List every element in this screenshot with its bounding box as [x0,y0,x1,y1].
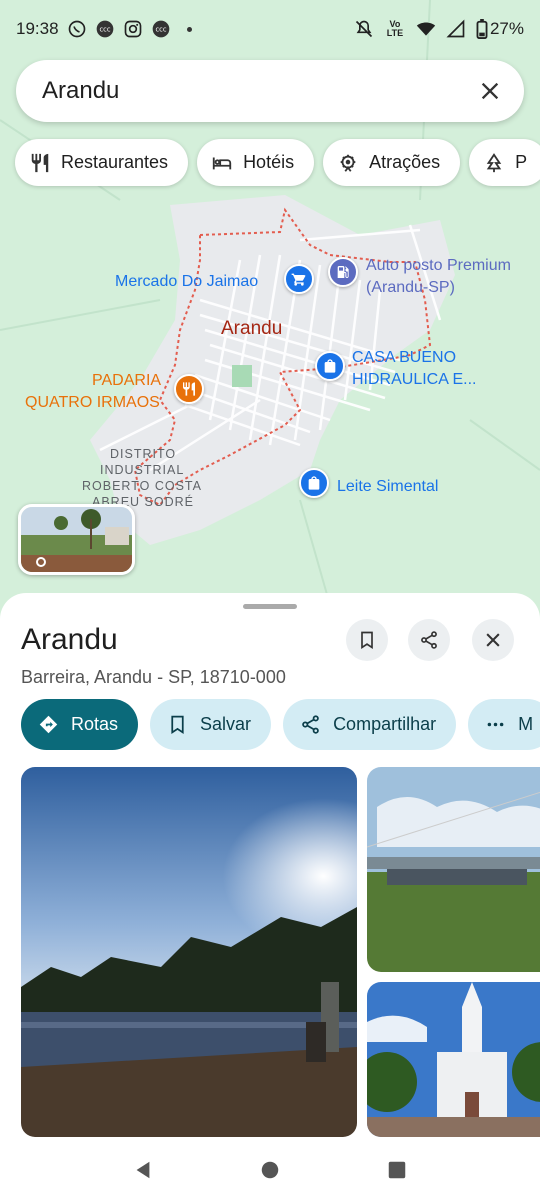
more-icon [487,722,504,727]
close-sheet-button[interactable] [472,619,514,661]
shopping-bag-icon[interactable] [299,468,329,498]
map-poi-label[interactable]: CASA BUENO [352,347,456,368]
chip-label: Hotéis [243,152,295,172]
map-poi-label[interactable]: QUATRO IRMAOS [25,392,160,413]
category-chips: Restaurantes Hotéis Atrações P [15,139,540,186]
signal-icon [446,19,466,39]
photo-church[interactable] [367,982,540,1137]
tree-icon [486,152,502,172]
close-icon [486,633,500,647]
app-icon: ccc [151,19,171,39]
notification-dot-icon [186,26,192,32]
battery-icon [476,19,488,39]
network-indicator: Vo LTE [386,19,404,38]
bed-icon [212,157,232,169]
instagram-icon [123,19,143,39]
action-label: M [518,714,534,734]
save-icon-button[interactable] [346,619,388,661]
map-poi-label[interactable]: Auto posto Premium [366,255,511,276]
recents-icon [388,1161,405,1179]
back-icon [136,1161,150,1179]
map-poi-label[interactable]: Mercado Do Jaimao [115,271,258,292]
wifi-icon [416,19,436,39]
whatsapp-icon [67,19,87,39]
district-label: DISTRITO [110,447,177,461]
close-icon [481,82,499,100]
chip-label: Restaurantes [61,152,169,172]
status-time: 19:38 [16,19,59,38]
action-label: Compartilhar [333,714,437,734]
map-poi-label[interactable]: HIDRAULICA E... [352,369,476,390]
chip-parks[interactable]: P [469,139,540,186]
district-label: ROBERTO COSTA [82,479,202,493]
back-button[interactable] [123,1150,163,1190]
bookmark-icon [171,715,184,735]
more-button[interactable]: M [468,699,540,750]
map-poi-label[interactable]: (Arandu-SP) [366,277,455,298]
recents-button[interactable] [377,1150,417,1190]
photo-sign[interactable] [367,767,540,972]
search-bar[interactable]: Arandu [16,60,524,122]
home-button[interactable] [250,1150,290,1190]
navigation-bar [0,1140,540,1200]
fuel-icon[interactable] [328,257,358,287]
battery-percent: 27% [489,19,524,38]
share-icon-button[interactable] [408,619,450,661]
mute-icon [354,19,374,39]
share-icon [421,631,437,649]
map-poi-label[interactable]: Leite Simental [337,476,438,497]
clear-search-button[interactable] [476,77,504,105]
directions-button[interactable]: Rotas [21,699,139,750]
chip-label: Atrações [369,152,441,172]
status-bar: 19:38 ccc ccc Vo LTE 27% [0,0,540,58]
search-input[interactable]: Arandu [42,77,476,105]
drag-handle[interactable] [243,604,297,609]
svg-text:ccc: ccc [99,26,110,34]
app-icon: ccc [95,19,115,39]
place-title: Arandu [21,623,118,656]
cart-icon[interactable] [284,264,314,294]
directions-icon [39,715,58,734]
home-icon [261,1161,279,1179]
chip-restaurants[interactable]: Restaurantes [15,139,189,186]
share-icon [302,715,319,734]
chip-hotels[interactable]: Hotéis [197,139,315,186]
save-button[interactable]: Salvar [150,699,272,750]
svg-text:ccc: ccc [155,26,166,34]
district-label: INDUSTRIAL [100,463,185,477]
action-label: Salvar [200,714,252,734]
place-address: Barreira, Arandu - SP, 18710-000 [21,667,286,687]
chip-attractions[interactable]: Atrações [323,139,461,186]
action-label: Rotas [71,714,119,734]
action-buttons: Rotas Salvar Compartilhar M [21,699,540,750]
share-button[interactable]: Compartilhar [283,699,457,750]
shopping-bag-icon[interactable] [315,351,345,381]
restaurant-icon[interactable] [174,374,204,404]
map-poi-label[interactable]: PADARIA [92,370,161,391]
photo-lake[interactable] [21,767,357,1137]
fork-knife-icon [31,153,49,172]
map-city-label: Arandu [221,318,283,339]
bookmark-icon [361,631,373,650]
chip-label: P [515,152,528,172]
ferris-wheel-icon [340,154,356,172]
place-details-sheet[interactable]: Arandu Barreira, Arandu - SP, 18710-000 … [0,593,540,1153]
street-view-thumbnail[interactable] [18,504,135,575]
